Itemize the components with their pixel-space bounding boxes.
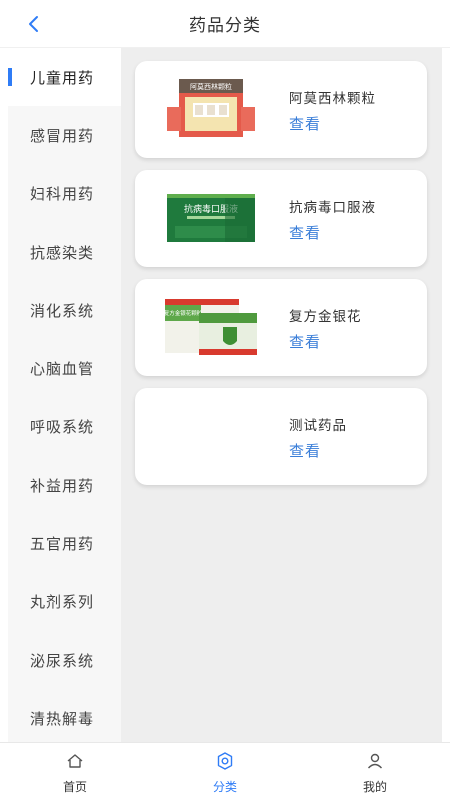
sidebar-item-label: 五官用药 <box>30 535 95 554</box>
category-sidebar: 儿童用药 感冒用药 妇科用药 抗感染类 消化系统 心脑血管 呼吸系统 补益用药 … <box>8 48 121 742</box>
sidebar-item-urinary[interactable]: 泌尿系统 <box>8 631 121 689</box>
product-name: 阿莫西林颗粒 <box>289 91 376 107</box>
product-image: 抗病毒口服液 <box>165 186 257 248</box>
sidebar-item-label: 泌尿系统 <box>30 651 95 670</box>
sidebar-item-cold-medicine[interactable]: 感冒用药 <box>8 106 121 164</box>
product-image: 阿莫西林颗粒 <box>165 77 257 139</box>
sidebar-item-anti-infection[interactable]: 抗感染类 <box>8 223 121 281</box>
sidebar-item-respiratory[interactable]: 呼吸系统 <box>8 398 121 456</box>
sidebar-item-label: 抗感染类 <box>30 243 95 262</box>
page-title: 药品分类 <box>189 16 261 36</box>
product-name: 复方金银花 <box>289 309 362 325</box>
sidebar-item-children-medicine[interactable]: 儿童用药 <box>8 48 121 107</box>
view-button[interactable]: 查看 <box>289 331 321 352</box>
home-icon <box>65 751 85 775</box>
view-button[interactable]: 查看 <box>289 440 321 461</box>
sidebar-item-pills[interactable]: 丸剂系列 <box>8 573 121 631</box>
box-label: 复方金银花颗粒 <box>165 309 203 317</box>
sidebar-item-label: 清热解毒 <box>30 709 95 728</box>
back-arrow-icon[interactable] <box>22 12 46 36</box>
sidebar-item-tonic[interactable]: 补益用药 <box>8 456 121 514</box>
tab-category[interactable]: 分类 <box>150 743 300 800</box>
product-list: 阿莫西林颗粒 阿莫西林颗粒 查看 抗病毒口服液 抗病毒口服液 查看 复方金银花颗… <box>121 48 442 742</box>
sidebar-item-detox[interactable]: 清热解毒 <box>8 689 121 742</box>
profile-icon <box>365 751 385 775</box>
tab-profile[interactable]: 我的 <box>300 743 450 800</box>
sidebar-item-label: 呼吸系统 <box>30 418 95 437</box>
tab-label: 首页 <box>62 780 87 794</box>
sidebar-item-label: 心脑血管 <box>30 360 95 379</box>
tab-label: 我的 <box>362 780 387 794</box>
sidebar-item-label: 补益用药 <box>30 476 95 495</box>
category-icon <box>215 751 235 775</box>
top-nav-bar: 药品分类 <box>0 0 450 48</box>
sidebar-item-label: 儿童用药 <box>30 68 95 87</box>
sidebar-item-label: 丸剂系列 <box>30 593 95 612</box>
product-card[interactable]: 测试药品 查看 <box>135 388 427 485</box>
product-card[interactable]: 复方金银花颗粒 复方金银花 查看 <box>135 279 427 376</box>
sidebar-item-label: 妇科用药 <box>30 185 95 204</box>
sidebar-item-label: 感冒用药 <box>30 126 95 145</box>
product-name: 抗病毒口服液 <box>289 200 376 216</box>
bottom-tab-bar: 首页 分类 我的 <box>0 742 450 800</box>
view-button[interactable]: 查看 <box>289 113 321 134</box>
product-card[interactable]: 阿莫西林颗粒 阿莫西林颗粒 查看 <box>135 61 427 158</box>
product-name: 测试药品 <box>289 418 347 434</box>
product-image: 复方金银花颗粒 <box>164 295 257 357</box>
product-card[interactable]: 抗病毒口服液 抗病毒口服液 查看 <box>135 170 427 267</box>
view-button[interactable]: 查看 <box>289 222 321 243</box>
sidebar-item-ent[interactable]: 五官用药 <box>8 514 121 572</box>
sidebar-item-digestive[interactable]: 消化系统 <box>8 281 121 339</box>
sidebar-item-cardiovascular[interactable]: 心脑血管 <box>8 339 121 397</box>
sidebar-item-gynecology[interactable]: 妇科用药 <box>8 165 121 223</box>
sidebar-item-label: 消化系统 <box>30 301 95 320</box>
tab-label: 分类 <box>212 780 237 794</box>
box-label: 阿莫西林颗粒 <box>190 82 232 91</box>
tab-home[interactable]: 首页 <box>0 743 150 800</box>
